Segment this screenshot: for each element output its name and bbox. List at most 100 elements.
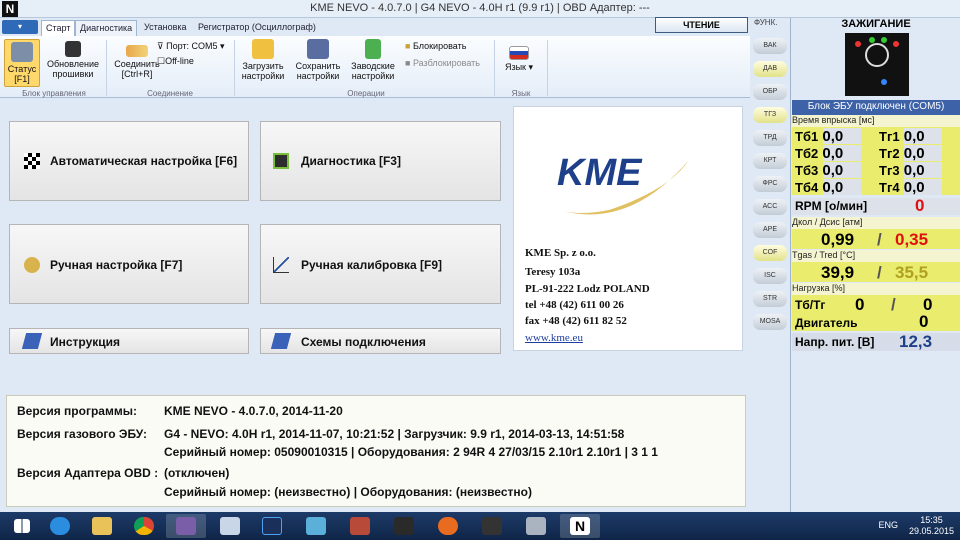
manual-button[interactable]: Инструкция <box>9 328 249 354</box>
wiring-diagrams-button[interactable]: Схемы подключения <box>260 328 501 354</box>
ignition-indicator <box>845 33 909 96</box>
book-icon <box>21 333 43 349</box>
temperature-value-b: 35,5 <box>895 263 929 282</box>
inj-label: Тб2 <box>795 146 819 161</box>
version-info-panel: Версия программы: KME NEVO - 4.0.7.0, 20… <box>6 395 746 507</box>
taskbar-app3[interactable] <box>296 514 336 538</box>
connect-button[interactable]: Соединить [Ctrl+R] <box>112 41 162 79</box>
obd-version-value: (отключен) <box>164 466 230 480</box>
ignition-label: ЗАЖИГАНИЕ <box>841 18 911 30</box>
read-button[interactable]: ЧТЕНИЕ <box>655 17 748 33</box>
group-label-connection: Соединение <box>147 89 193 98</box>
language-indicator[interactable]: ENG <box>878 520 898 530</box>
inj-label: Тг1 <box>879 129 900 144</box>
tab-recorder[interactable]: Регистратор (Осциллограф) <box>194 20 320 36</box>
manual-calibration-button[interactable]: Ручная калибровка [F9] <box>260 224 501 304</box>
diagnostics-button[interactable]: Диагностика [F3] <box>260 121 501 201</box>
monitor-icon <box>273 153 289 169</box>
photoshop-icon <box>262 517 282 535</box>
taskbar-app7[interactable] <box>516 514 556 538</box>
pressure-value-a: 0,99 <box>821 230 855 249</box>
inj-value: 0,0 <box>822 128 844 145</box>
company-website-link[interactable]: www.kme.eu <box>525 332 583 344</box>
taskbar-app4[interactable] <box>340 514 380 538</box>
load-label: Нагрузка [%] <box>792 283 960 295</box>
function-strip: ФУНК. ВАК ДАВ ОБР ТГЗ ТРД КРТ ФРС АСС АР… <box>750 18 790 512</box>
floppy-icon <box>307 39 329 59</box>
offline-checkbox[interactable]: ☐Off-line <box>157 56 194 67</box>
pressure-value-b: 0,35 <box>895 230 929 249</box>
status-button[interactable]: Статус [F1] <box>4 39 40 87</box>
factory-doc-icon <box>365 39 381 59</box>
auto-setup-button[interactable]: Автоматическая настройка [F6] <box>9 121 249 201</box>
ribbon: Статус [F1] Обновление прошивки Соединит… <box>0 36 750 98</box>
strip-btn-tgz[interactable]: ТГЗ <box>753 107 787 123</box>
taskbar-ie[interactable] <box>40 514 80 538</box>
save-settings-button[interactable]: Сохранить настройки <box>292 39 344 81</box>
strip-btn-cof[interactable]: COF <box>753 245 787 261</box>
tab-start[interactable]: Старт <box>41 20 76 36</box>
app-icon <box>306 517 326 535</box>
taskbar-kme-nevo[interactable]: N <box>560 514 600 538</box>
factory-settings-button[interactable]: Заводские настройки <box>347 39 399 81</box>
window-title: KME NEVO - 4.0.7.0 | G4 NEVO - 4.0H r1 (… <box>310 2 650 14</box>
taskbar-firefox[interactable] <box>428 514 468 538</box>
taskbar: N ENG 15:35 29.05.2015 <box>0 512 960 540</box>
taskbar-explorer[interactable] <box>82 514 122 538</box>
update-firmware-button[interactable]: Обновление прошивки <box>46 41 100 79</box>
app-icon <box>176 517 196 535</box>
strip-btn-str[interactable]: STR <box>753 291 787 307</box>
strip-btn-mosa[interactable]: MOSA <box>753 314 787 330</box>
live-data-panel: ЗАЖИГАНИЕ Блок ЭБУ подключен (COM5) Врем… <box>790 18 960 512</box>
unlock-button[interactable]: ■ Разблокировать <box>405 58 480 68</box>
tab-installation[interactable]: Установка <box>140 20 191 36</box>
load-value-a: 0 <box>855 295 865 314</box>
port-selector[interactable]: ⊽ Порт: COM5 ▾ <box>157 41 225 52</box>
temperature-slash: / <box>877 263 882 282</box>
obd-version-label: Версия Адаптера OBD : <box>17 466 159 480</box>
strip-btn-krt[interactable]: КРТ <box>753 153 787 169</box>
clock[interactable]: 15:35 29.05.2015 <box>909 515 954 537</box>
svg-text:KME: KME <box>557 152 643 194</box>
app-icon <box>394 517 414 535</box>
plug-icon <box>126 45 148 57</box>
strip-btn-vak[interactable]: ВАК <box>753 38 787 54</box>
strip-btn-acc[interactable]: АСС <box>753 199 787 215</box>
strip-btn-ape[interactable]: АРЕ <box>753 222 787 238</box>
inj-label: Тб1 <box>795 129 819 144</box>
home-icon <box>11 42 33 62</box>
load-settings-button[interactable]: Загрузить настройки <box>238 39 288 81</box>
start-button[interactable] <box>2 514 42 538</box>
strip-btn-obr[interactable]: ОБР <box>753 84 787 100</box>
taskbar-app6[interactable] <box>472 514 512 538</box>
taskbar-photoshop[interactable] <box>252 514 292 538</box>
lock-button[interactable]: ■ Блокировать <box>405 41 466 51</box>
manual-setup-button[interactable]: Ручная настройка [F7] <box>9 224 249 304</box>
taskbar-app5[interactable] <box>384 514 424 538</box>
strip-btn-trd[interactable]: ТРД <box>753 130 787 146</box>
company-fax: fax +48 (42) 611 82 52 <box>525 315 627 327</box>
taskbar-app2[interactable] <box>210 514 250 538</box>
kme-logo: KME <box>557 152 689 215</box>
company-street: Teresy 103a <box>525 266 581 278</box>
strip-btn-dav[interactable]: ДАВ <box>753 61 787 77</box>
taskbar-app1[interactable] <box>166 514 206 538</box>
inj-value: 0,0 <box>903 179 925 196</box>
company-info-panel: KME KME Sp. z o.o. Teresy 103a PL-91-222… <box>513 106 743 351</box>
strip-btn-frs[interactable]: ФРС <box>753 176 787 192</box>
folder-icon <box>252 39 274 59</box>
ecu-version-label: Версия газового ЭБУ: <box>17 427 147 441</box>
function-strip-label: ФУНК. <box>754 18 778 27</box>
inj-value: 0,0 <box>903 128 925 145</box>
app-menu-button[interactable]: ▾ <box>2 20 38 34</box>
strip-btn-isc[interactable]: ISC <box>753 268 787 284</box>
inj-label: Тб3 <box>795 163 819 178</box>
pressure-slash: / <box>877 230 882 249</box>
app-icon <box>526 517 546 535</box>
inj-value: 0,0 <box>903 162 925 179</box>
taskbar-chrome[interactable] <box>124 514 164 538</box>
inj-value: 0,0 <box>822 162 844 179</box>
tab-diagnostics[interactable]: Диагностика <box>75 20 138 36</box>
obd-serial: Серийный номер: (неизвестно) | Оборудова… <box>164 485 532 499</box>
language-button[interactable]: Язык ▾ <box>499 46 539 72</box>
